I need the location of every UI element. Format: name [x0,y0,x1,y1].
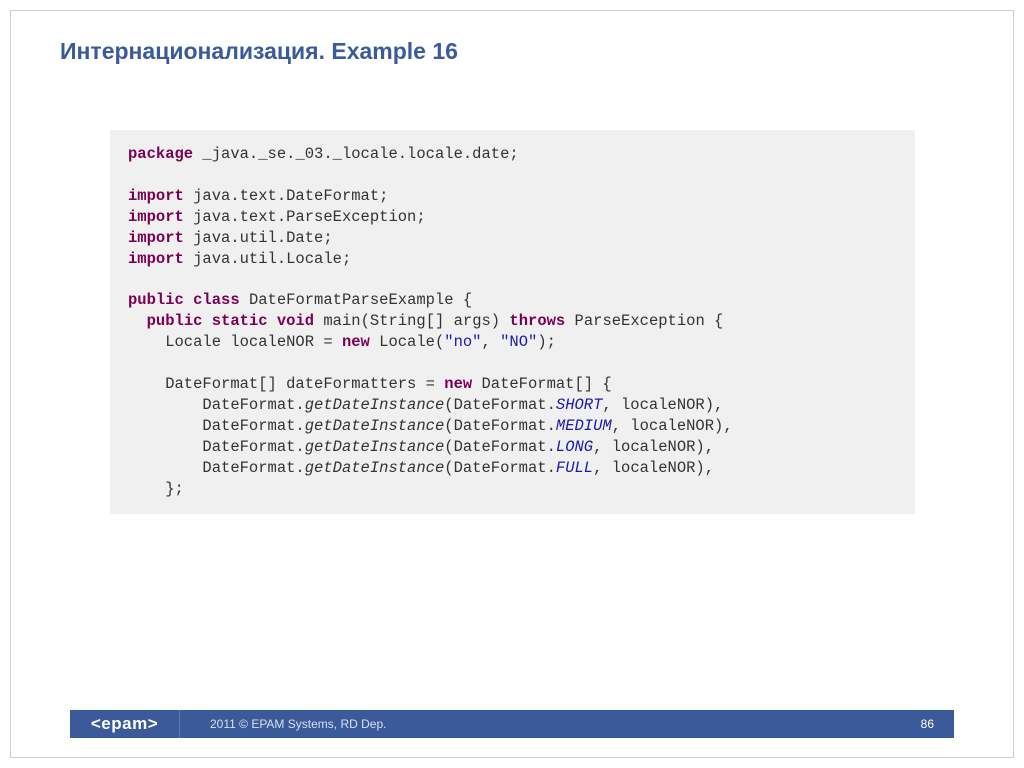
dfc3a: DateFormat. [128,438,305,456]
dfs: , localeNOR), [593,438,714,456]
dfc2b: (DateFormat. [444,417,556,435]
kw-public: public [147,312,203,330]
kw-throws: throws [509,312,565,330]
slide-title: Интернационализация. Example 16 [60,38,458,65]
dfs: , localeNOR), [602,396,723,414]
class-name: DateFormatParseExample { [240,291,473,309]
kw-public: public [128,291,184,309]
kw-void: void [277,312,314,330]
dfs: , localeNOR), [612,417,733,435]
main-sig: main(String[] args) [314,312,509,330]
dfc3b: (DateFormat. [444,438,556,456]
imp1: java.text.DateFormat; [184,187,389,205]
gdi: getDateInstance [305,417,445,435]
kw-class: class [193,291,240,309]
gdi: getDateInstance [305,396,445,414]
code-block: package _java._se._03._locale.locale.dat… [110,130,915,514]
medium: MEDIUM [556,417,612,435]
kw-import: import [128,250,184,268]
page-number: 86 [921,717,954,731]
close: }; [128,480,184,498]
dfc1a: DateFormat. [128,396,305,414]
kw-import: import [128,229,184,247]
epam-logo: <epam> [70,710,180,738]
kw-import: import [128,208,184,226]
dfc2a: DateFormat. [128,417,305,435]
locale3: ); [537,333,556,351]
gdi: getDateInstance [305,438,445,456]
df1: DateFormat[] dateFormatters = [128,375,444,393]
kw-static: static [212,312,268,330]
imp2: java.text.ParseException; [184,208,426,226]
full: FULL [556,459,593,477]
imp4: java.util.Locale; [184,250,351,268]
throws-ex: ParseException { [565,312,723,330]
footer-copyright: 2011 © EPAM Systems, RD Dep. [180,717,921,731]
footer-bar: <epam> 2011 © EPAM Systems, RD Dep. 86 [70,710,954,738]
df2: DateFormat[] { [472,375,612,393]
str-NO: "NO" [500,333,537,351]
dfc1b: (DateFormat. [444,396,556,414]
locale1: Locale localeNOR = [128,333,342,351]
str-no: "no" [444,333,481,351]
pkg-name: _java._se._03._locale.locale.date; [193,145,519,163]
short: SHORT [556,396,603,414]
kw-package: package [128,145,193,163]
imp3: java.util.Date; [184,229,333,247]
gdi: getDateInstance [305,459,445,477]
kw-new: new [342,333,370,351]
comma: , [481,333,500,351]
dfc4a: DateFormat. [128,459,305,477]
long: LONG [556,438,593,456]
locale2: Locale( [370,333,444,351]
dfs: , localeNOR), [593,459,714,477]
kw-import: import [128,187,184,205]
dfc4b: (DateFormat. [444,459,556,477]
kw-new: new [444,375,472,393]
